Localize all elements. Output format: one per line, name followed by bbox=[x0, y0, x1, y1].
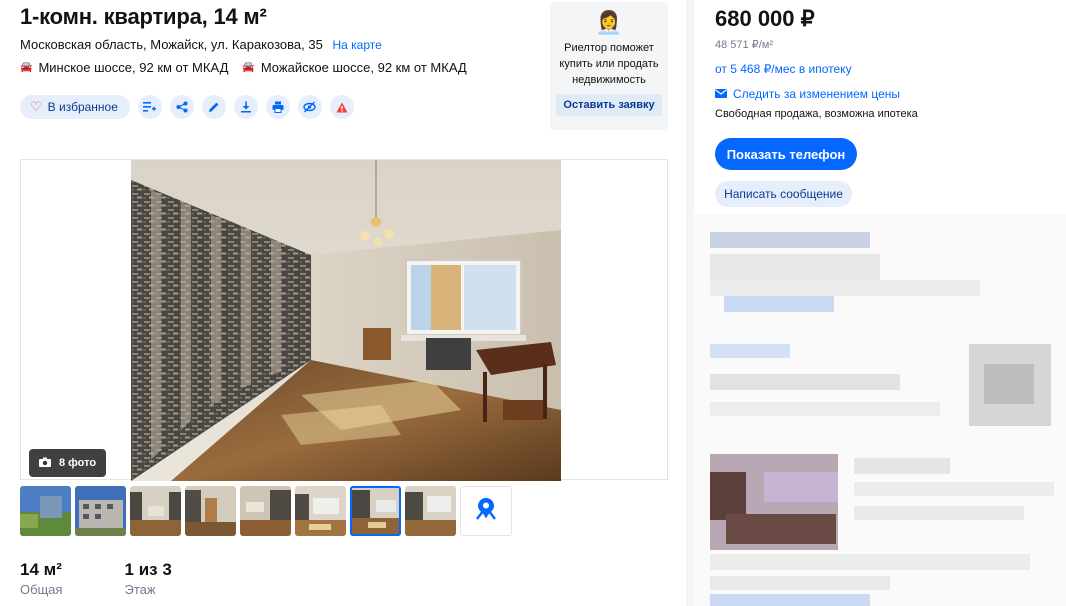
price-sidebar: 680 000 ₽ 48 571 ₽/м² от 5 468 ₽/мес в и… bbox=[694, 0, 1066, 606]
highway-label: Можайское шоссе, 92 км от МКАД bbox=[260, 60, 467, 75]
address: Московская область, Можайск, ул. Каракоз… bbox=[20, 37, 382, 52]
photo-count-badge[interactable]: 8 фото bbox=[29, 449, 107, 477]
page-title: 1-комн. квартира, 14 м² bbox=[20, 4, 267, 29]
fact-label: Этаж bbox=[124, 582, 156, 597]
write-message-button[interactable]: Написать сообщение bbox=[715, 181, 852, 207]
heart-icon: ♡ bbox=[30, 99, 42, 114]
show-phone-button[interactable]: Показать телефон bbox=[715, 138, 857, 170]
envelope-icon bbox=[715, 87, 727, 101]
print-icon[interactable] bbox=[265, 95, 290, 119]
download-icon[interactable] bbox=[233, 95, 258, 119]
facts-row: 14 м² Общая 1 из 3 Этаж bbox=[20, 560, 172, 597]
fact-area: 14 м² Общая bbox=[20, 560, 63, 597]
hide-icon[interactable] bbox=[297, 95, 322, 119]
sale-type: Свободная продажа, возможна ипотека bbox=[715, 108, 918, 120]
favorite-button[interactable]: ♡ В избранное bbox=[20, 95, 130, 119]
photo-thumbnail[interactable] bbox=[405, 486, 456, 536]
photo-gallery[interactable]: 8 фото bbox=[20, 159, 668, 481]
camera-icon bbox=[39, 457, 51, 470]
price: 680 000 ₽ bbox=[715, 6, 815, 31]
photo-thumbnail-active[interactable] bbox=[350, 486, 401, 536]
photo-thumbnail[interactable] bbox=[185, 486, 236, 536]
photo-thumbnail[interactable] bbox=[130, 486, 181, 536]
track-price-label: Следить за изменением цены bbox=[733, 87, 901, 101]
map-link[interactable]: На карте bbox=[332, 38, 381, 52]
realtor-promo: 👩‍💼 Риелтор поможет купить или продать н… bbox=[550, 2, 668, 130]
highways: 🚘 Минское шоссе, 92 км от МКАД 🚘 Можайск… bbox=[20, 60, 467, 75]
action-bar: ♡ В избранное bbox=[20, 95, 354, 119]
map-thumbnail[interactable] bbox=[460, 486, 512, 536]
main-photo[interactable] bbox=[131, 160, 561, 481]
mortgage-link[interactable]: от 5 468 ₽/мес в ипотеку bbox=[715, 62, 852, 76]
favorite-label: В избранное bbox=[47, 100, 118, 114]
realtor-icon: 👩‍💼 bbox=[595, 10, 623, 35]
column-divider bbox=[686, 0, 694, 606]
fact-value: 14 м² bbox=[20, 560, 62, 579]
photo-count-label: 8 фото bbox=[59, 457, 97, 469]
photo-thumbnail[interactable] bbox=[240, 486, 291, 536]
track-price-link[interactable]: Следить за изменением цены bbox=[715, 87, 900, 101]
car-icon: 🚘 bbox=[20, 62, 33, 73]
realtor-text: Риелтор поможет купить или продать недви… bbox=[559, 42, 659, 86]
listing-main: 1-комн. квартира, 14 м² Московская облас… bbox=[0, 0, 686, 606]
fact-floor: 1 из 3 Этаж bbox=[125, 560, 172, 597]
photo-thumbnail[interactable] bbox=[20, 486, 71, 536]
highway-label: Минское шоссе, 92 км от МКАД bbox=[38, 60, 229, 75]
blurred-agent-block bbox=[694, 214, 1066, 606]
car-icon: 🚘 bbox=[242, 62, 255, 73]
photo-thumbnail[interactable] bbox=[75, 486, 126, 536]
report-icon[interactable] bbox=[329, 95, 354, 119]
fact-value: 1 из 3 bbox=[124, 560, 172, 579]
address-text: Московская область, Можайск, ул. Каракоз… bbox=[20, 37, 323, 52]
price-per-meter: 48 571 ₽/м² bbox=[715, 39, 773, 51]
thumbnail-strip bbox=[20, 486, 512, 536]
compare-icon[interactable] bbox=[137, 95, 162, 119]
fact-label: Общая bbox=[20, 582, 63, 597]
photo-thumbnail[interactable] bbox=[295, 486, 346, 536]
highway-item: 🚘 Минское шоссе, 92 км от МКАД bbox=[20, 60, 228, 75]
leave-request-button[interactable]: Оставить заявку bbox=[556, 94, 662, 116]
highway-item: 🚘 Можайское шоссе, 92 км от МКАД bbox=[242, 60, 466, 75]
edit-icon[interactable] bbox=[201, 95, 226, 119]
map-pin-icon bbox=[475, 497, 497, 526]
share-icon[interactable] bbox=[169, 95, 194, 119]
